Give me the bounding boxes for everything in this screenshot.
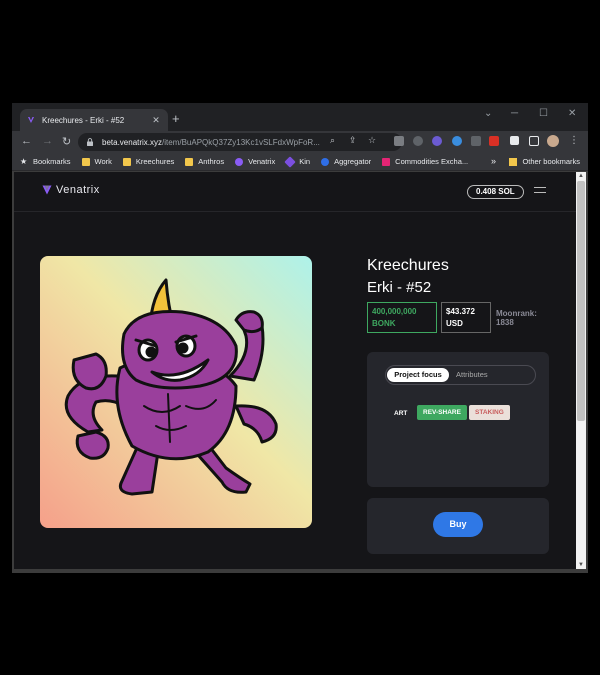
bookmark-item-anthros[interactable]: Anthros xyxy=(185,157,224,166)
price-usd-box: $43.372 USD xyxy=(441,302,491,333)
me-icon xyxy=(382,157,391,166)
purple-creature-image xyxy=(40,256,312,528)
lock-icon xyxy=(87,138,93,146)
tag-art: ART xyxy=(394,410,408,417)
close-window-button[interactable]: ✕ xyxy=(568,108,576,119)
browser-tab-active[interactable]: Kreechures - Erki - #52 ✕ xyxy=(20,109,168,131)
nft-artwork xyxy=(40,256,312,528)
url-host: beta.venatrix.xyz xyxy=(102,137,163,147)
tab-title: Kreechures - Erki - #52 xyxy=(42,115,125,125)
scrollbar-thumb[interactable] xyxy=(577,181,585,421)
url-path: /item/BuAPQkQ37Zy13Kc1vSLFdxWpFoR... xyxy=(162,137,320,147)
bookmark-item-work[interactable]: Work xyxy=(81,157,112,166)
bookmarks-overflow-button[interactable]: » xyxy=(491,156,496,166)
tab-close-icon[interactable]: ✕ xyxy=(150,115,162,126)
bookmark-item-kreechures[interactable]: Kreechures xyxy=(122,157,174,166)
moonrank-value: 1838 xyxy=(496,318,514,327)
forward-button[interactable]: → xyxy=(42,135,53,147)
price-bonk-amount: 400,000,000 xyxy=(372,307,417,316)
logo-text: Venatrix xyxy=(56,184,100,196)
extension-wallet-icon[interactable] xyxy=(432,136,442,146)
star-bookmark-icon: ★ xyxy=(20,156,28,166)
reload-button[interactable]: ↻ xyxy=(62,135,71,148)
moonrank-label: Moonrank: xyxy=(496,309,537,318)
buy-button[interactable]: Buy xyxy=(433,512,483,537)
price-bonk-unit: BONK xyxy=(372,319,396,328)
venatrix-logo[interactable]: Venatrix xyxy=(41,184,100,196)
hamburger-menu-icon[interactable] xyxy=(534,187,546,197)
title-bar: Kreechures - Erki - #52 ✕ + ⌄ ─ ☐ ✕ xyxy=(12,103,588,131)
page-scrollbar[interactable]: ▲ ▼ xyxy=(576,172,586,569)
browser-toolbar: ← → ↻ beta.venatrix.xyz /item/BuAPQkQ37Z… xyxy=(12,131,588,153)
info-tab-switcher: Project focus Attributes xyxy=(385,365,536,385)
item-name: Erki - #52 xyxy=(367,279,432,296)
collection-name[interactable]: Kreechures xyxy=(367,257,449,275)
back-button[interactable]: ← xyxy=(21,135,32,147)
extension-1-icon[interactable] xyxy=(394,136,404,146)
scroll-down-arrow-icon[interactable]: ▼ xyxy=(576,561,586,569)
aggregator-icon xyxy=(321,157,330,166)
price-usd-unit: USD xyxy=(446,319,463,328)
profile-avatar[interactable] xyxy=(547,135,559,147)
price-bonk-box: 400,000,000 BONK xyxy=(367,302,437,333)
venatrix-logo-icon xyxy=(42,185,52,195)
side-panel-icon[interactable] xyxy=(529,136,539,146)
chrome-menu-icon[interactable]: ⋮ xyxy=(569,135,579,146)
minimize-button[interactable]: ─ xyxy=(511,108,518,119)
bookmarks-bar: ★ Bookmarks Work Kreechures Anthros Vena… xyxy=(12,153,588,171)
bookmark-item-venatrix[interactable]: Venatrix xyxy=(235,157,275,166)
extension-red-icon[interactable] xyxy=(489,136,499,146)
wallet-balance-button[interactable]: 0.408 SOL xyxy=(467,185,524,199)
bookmark-item-aggregator[interactable]: Aggregator xyxy=(321,157,371,166)
extension-react-icon[interactable] xyxy=(452,136,462,146)
other-bookmarks-folder[interactable]: Other bookmarks xyxy=(509,157,580,166)
extensions-puzzle-icon[interactable] xyxy=(510,136,519,145)
tab-attributes[interactable]: Attributes xyxy=(456,368,488,382)
bookmark-item-kin[interactable]: Kin xyxy=(284,155,310,168)
venatrix-favicon-icon xyxy=(28,117,34,123)
folder-icon xyxy=(185,157,194,166)
page-viewport: Venatrix 0.408 SOL Kreechures Erki - #52… xyxy=(14,172,576,569)
browser-window: Kreechures - Erki - #52 ✕ + ⌄ ─ ☐ ✕ ← → … xyxy=(12,103,588,573)
new-tab-button[interactable]: + xyxy=(172,111,180,126)
price-usd-amount: $43.372 xyxy=(446,307,475,316)
bookmark-item-bookmarks[interactable]: ★ Bookmarks xyxy=(20,157,71,166)
bookmark-star-icon[interactable]: ☆ xyxy=(368,135,376,146)
site-header: Venatrix 0.408 SOL xyxy=(14,172,576,212)
badge-staking: STAKING xyxy=(469,405,510,420)
search-icon[interactable]: ⌕ xyxy=(330,135,335,146)
maximize-button[interactable]: ☐ xyxy=(539,108,548,119)
extension-arrow-icon[interactable] xyxy=(471,136,481,146)
kin-icon xyxy=(284,155,296,168)
venatrix-icon xyxy=(235,157,244,166)
tab-project-focus[interactable]: Project focus xyxy=(387,368,449,382)
extension-shield-icon[interactable] xyxy=(413,136,423,146)
folder-icon xyxy=(81,157,90,166)
scroll-up-arrow-icon[interactable]: ▲ xyxy=(576,172,586,180)
bookmark-item-commodities[interactable]: Commodities Excha... xyxy=(382,157,468,166)
folder-icon xyxy=(509,157,518,166)
folder-icon xyxy=(122,157,131,166)
moonrank: Moonrank: 1838 xyxy=(496,309,537,327)
share-icon[interactable]: ⇪ xyxy=(349,135,357,146)
badge-rev-share: REV-SHARE xyxy=(417,405,467,420)
tab-search-icon[interactable]: ⌄ xyxy=(484,108,492,119)
